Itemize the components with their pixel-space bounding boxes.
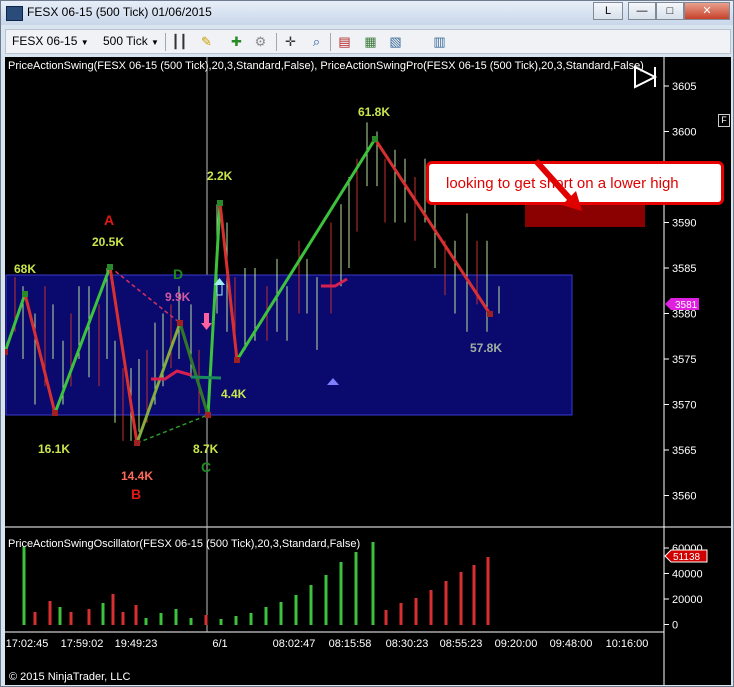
add-indicator-icon[interactable]: ✚: [228, 33, 245, 50]
axis-marker[interactable]: F: [718, 114, 730, 127]
bar-type-icon[interactable]: ┃┃: [171, 33, 188, 50]
draw-pencil-icon[interactable]: ✎: [198, 33, 215, 50]
instrument-label: FESX 06-15: [12, 34, 78, 48]
oscillator-label: PriceActionSwingOscillator(FESX 06-15 (5…: [8, 538, 361, 550]
copyright-text: © 2015 NinjaTrader, LLC: [9, 671, 131, 683]
annotation-arrow-icon: [533, 158, 582, 211]
swing-label: 2.2K: [207, 169, 233, 183]
time-tick-label: 08:55:23: [440, 638, 483, 650]
swing-label: 68K: [14, 262, 37, 276]
pattern-letter: D: [173, 266, 184, 282]
price-tick-label: 3600: [672, 127, 696, 139]
swing-point: [5, 349, 8, 355]
price-axis: 3605360035953590358535803575357035653560: [664, 81, 696, 503]
properties-icon[interactable]: ▦: [362, 33, 379, 50]
swing-point: [177, 320, 183, 326]
price-tick-label: 3590: [672, 218, 696, 230]
projection-line: [190, 375, 222, 380]
link-button[interactable]: L: [593, 2, 623, 20]
ninjatrader-icon: [6, 6, 23, 21]
swing-label: 14.4K: [121, 469, 154, 483]
swing-point: [22, 291, 28, 297]
chart-window: FESX 06-15 (500 Tick) 01/06/2015 L — □ ✕…: [0, 0, 734, 687]
pattern-letter: C: [201, 459, 212, 475]
time-tick-label: 17:59:02: [61, 638, 104, 650]
pattern-letter: B: [131, 486, 142, 502]
maximize-button[interactable]: □: [656, 2, 684, 20]
oscillator-bars-group: [22, 542, 490, 625]
toolbar-separator: [165, 33, 166, 51]
chevron-down-icon: ▼: [151, 38, 159, 47]
close-button[interactable]: ✕: [684, 2, 730, 20]
toolbar-separator: [276, 33, 277, 51]
data-box-icon[interactable]: ▤: [336, 33, 353, 50]
time-tick-label: 17:02:45: [6, 638, 49, 650]
chevron-down-icon: ▼: [80, 38, 89, 47]
instrument-selector[interactable]: FESX 06-15 ▼: [12, 33, 89, 50]
indicator-label: PriceActionSwing(FESX 06-15 (500 Tick),2…: [8, 60, 644, 72]
swing-point: [134, 440, 140, 446]
swing-label: 9.9K: [165, 290, 191, 304]
chart-toolbar: FESX 06-15 ▼ 500 Tick ▼ ┃┃ ✎ ✚ ⚙ ✛ ⌕ ▤ ▦…: [5, 29, 731, 54]
pattern-line: [136, 414, 209, 444]
price-tick-label: 3575: [672, 354, 696, 366]
crosshair-icon[interactable]: ✛: [282, 33, 299, 50]
time-tick-label: 08:02:47: [273, 638, 316, 650]
strategy-icon[interactable]: ⚙: [252, 33, 269, 50]
price-tick-label: 3605: [672, 81, 696, 93]
swing-point: [52, 410, 58, 416]
swing-point: [107, 264, 113, 270]
time-tick-label: 09:20:00: [495, 638, 538, 650]
time-tick-label: 6/1: [212, 638, 227, 650]
chart-panel[interactable]: 3605360035953590358535803575357035653560…: [5, 57, 731, 685]
swing-point: [487, 311, 493, 317]
swing-label: 8.7K: [193, 442, 219, 456]
zoom-icon[interactable]: ⌕: [308, 33, 325, 50]
swing-label: 20.5K: [92, 235, 125, 249]
osc-last-value: 51138: [673, 552, 701, 563]
swing-point: [205, 412, 211, 418]
pattern-letter: A: [104, 212, 115, 228]
template-icon[interactable]: ▥: [431, 33, 448, 50]
price-tick-label: 3565: [672, 445, 696, 457]
toolbar-separator: [330, 33, 331, 51]
time-axis: 17:02:45 17:59:02 19:49:23 6/1 08:02:47 08:15…: [6, 638, 649, 650]
minimize-button[interactable]: —: [628, 2, 656, 20]
time-tick-label: 19:49:23: [115, 638, 158, 650]
swing-label: 4.4K: [221, 387, 247, 401]
swing-label: 57.8K: [470, 341, 503, 355]
time-tick-label: 08:15:58: [329, 638, 372, 650]
osc-tick-label: 0: [672, 620, 678, 632]
window-title: FESX 06-15 (500 Tick) 01/06/2015: [27, 5, 212, 19]
chart-style-icon[interactable]: ▧: [387, 33, 404, 50]
interval-label: 500 Tick: [103, 34, 148, 48]
title-bar[interactable]: FESX 06-15 (500 Tick) 01/06/2015 L — □ ✕: [1, 1, 733, 25]
swing-point: [217, 200, 223, 206]
price-tick-label: 3585: [672, 263, 696, 275]
time-tick-label: 09:48:00: [550, 638, 593, 650]
last-price-value: 3581: [675, 300, 698, 311]
swing-point: [234, 357, 240, 363]
swing-label: 16.1K: [38, 442, 71, 456]
time-tick-label: 10:16:00: [606, 638, 649, 650]
price-tick-label: 3560: [672, 491, 696, 503]
swing-point: [372, 136, 378, 142]
swing-label: 61.8K: [358, 105, 391, 119]
chart-canvas[interactable]: 3605360035953590358535803575357035653560…: [5, 57, 731, 685]
price-tick-label: 3570: [672, 400, 696, 412]
time-tick-label: 08:30:23: [386, 638, 429, 650]
interval-selector[interactable]: 500 Tick ▼: [103, 33, 159, 50]
osc-tick-label: 40000: [672, 569, 703, 581]
osc-tick-label: 20000: [672, 594, 703, 606]
